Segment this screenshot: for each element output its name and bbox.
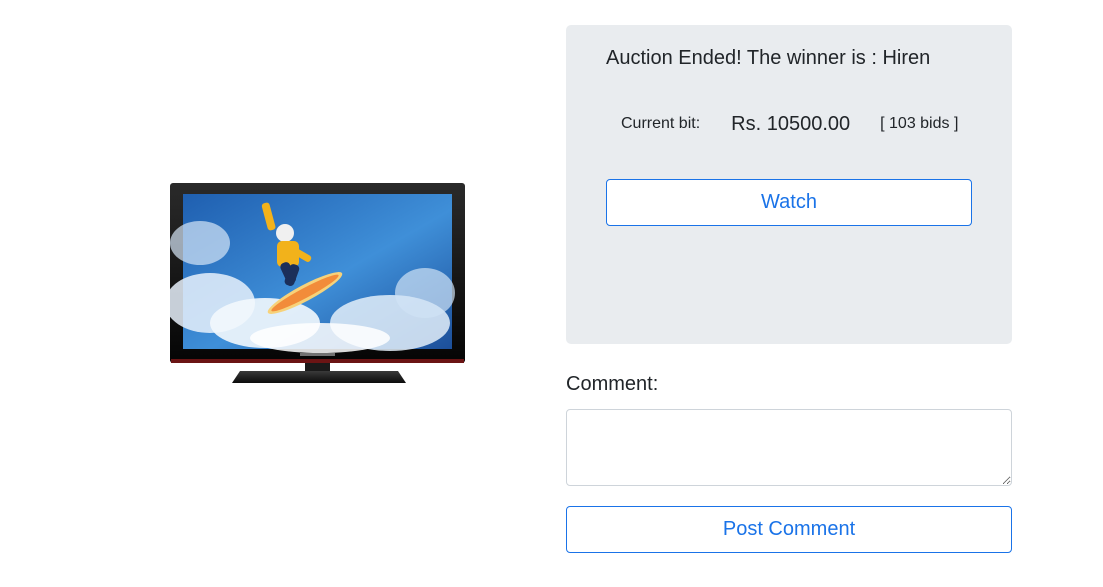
bid-count: [ 103 bids ] [880, 115, 959, 132]
auction-page: Auction Ended! The winner is : Hiren Cur… [0, 0, 1103, 587]
watch-button[interactable]: Watch [606, 179, 972, 226]
television-icon [170, 183, 465, 383]
comment-label: Comment: [566, 373, 659, 395]
comment-textarea[interactable] [566, 409, 1012, 486]
post-comment-button[interactable]: Post Comment [566, 506, 1012, 553]
current-bid-amount: Rs. 10500.00 [731, 112, 851, 135]
auction-winner-text: Auction Ended! The winner is : Hiren [606, 47, 931, 69]
auction-status-panel: Auction Ended! The winner is : Hiren Cur… [566, 25, 1012, 344]
current-bid-row: Current bit: Rs. 10500.00 [ 103 bids ] [621, 111, 958, 137]
current-bid-label: Current bit: [621, 115, 701, 132]
product-image [170, 183, 465, 385]
